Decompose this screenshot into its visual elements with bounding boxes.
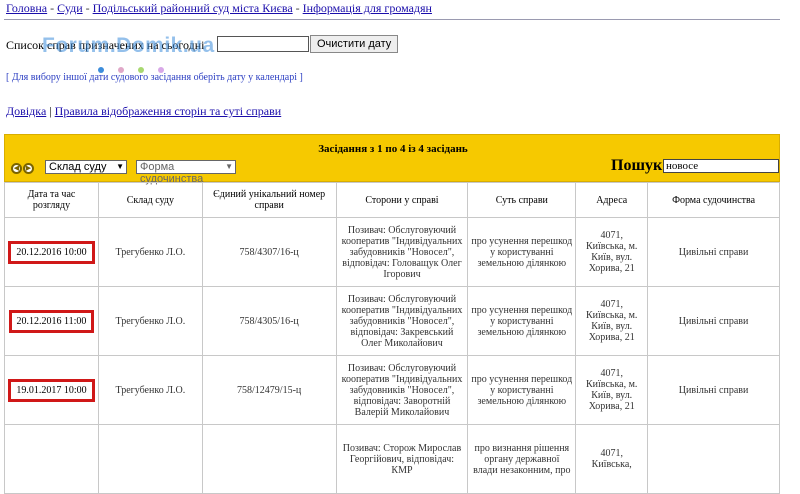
column-header: Адреса: [575, 182, 649, 218]
case-number-cell: 758/4305/16-ц: [201, 286, 337, 356]
links-separator: |: [46, 104, 55, 118]
column-header: Форма судочинства: [647, 182, 780, 218]
composition-select[interactable]: Склад суду ▼: [45, 160, 127, 174]
judge-cell: [97, 424, 203, 494]
essence-cell: про усунення перешкод у користуванні зем…: [467, 217, 577, 287]
sessions-title: Засідання з 1 по 4 із 4 засідань: [318, 143, 468, 155]
judge-cell: Трегубенко Л.О.: [97, 217, 203, 287]
calendar-hint: [ Для вибору іншої дати судового засідан…: [6, 72, 303, 83]
form-cell: [647, 424, 780, 494]
table-row: 20.12.2016 11:00 Трегубенко Л.О. 758/430…: [4, 286, 780, 356]
parties-cell: Позивач: Обслуговуючий кооператив "Індив…: [335, 217, 469, 287]
column-header: Склад суду: [97, 182, 203, 218]
address-cell: 4071, Київська, м. Київ, вул. Хорива, 21: [575, 217, 649, 287]
search-input[interactable]: новосе: [663, 159, 779, 173]
form-cell: Цивільні справи: [647, 286, 780, 356]
watermark-logo: Forum.Domik.ua: [42, 34, 215, 57]
table-header-row: Дата та час розгляду Склад суду Єдиний у…: [4, 182, 780, 218]
next-arrow-icon[interactable]: ▶: [23, 163, 34, 174]
breadcrumb-info-link[interactable]: Інформація для громадян: [303, 1, 432, 15]
date-input[interactable]: [217, 36, 309, 52]
parties-cell: Позивач: Обслуговуючий кооператив "Індив…: [335, 355, 469, 425]
column-header: Сторони у справі: [335, 182, 469, 218]
top-divider: [4, 19, 780, 20]
breadcrumb-home-link[interactable]: Головна: [6, 1, 47, 15]
date-cell: 19.01.2017 10:00: [4, 355, 99, 425]
session-date: 20.12.2016 11:00: [8, 309, 95, 333]
search-label: Пошук:: [611, 157, 668, 174]
essence-cell: про усунення перешкод у користуванні зем…: [467, 355, 577, 425]
composition-select-value: Склад суду: [49, 161, 107, 173]
form-select[interactable]: Форма судочинства ▼: [136, 160, 236, 185]
table-row: 19.01.2017 10:00 Трегубенко Л.О. 758/124…: [4, 355, 780, 425]
help-link[interactable]: Довідка: [6, 104, 46, 118]
help-links: Довідка | Правила відображення сторін та…: [6, 104, 281, 119]
session-date: 19.01.2017 10:00: [8, 378, 95, 402]
breadcrumb: Головна - Суди - Подільський районний су…: [6, 1, 432, 16]
breadcrumb-courts-link[interactable]: Суди: [57, 1, 82, 15]
cases-table: Дата та час розгляду Склад суду Єдиний у…: [4, 182, 780, 494]
table-row: Позивач: Сторож Мирослав Георгійович, ві…: [4, 424, 780, 494]
table-row: 20.12.2016 10:00 Трегубенко Л.О. 758/430…: [4, 217, 780, 287]
judge-cell: Трегубенко Л.О.: [97, 355, 203, 425]
column-header: Суть справи: [467, 182, 577, 218]
case-number-cell: 758/4307/16-ц: [201, 217, 337, 287]
column-header: Єдиний унікальний номер справи: [201, 182, 337, 218]
essence-cell: про усунення перешкод у користуванні зем…: [467, 286, 577, 356]
address-cell: 4071, Київська,: [575, 424, 649, 494]
essence-cell: про визнання рішення органу державної вл…: [467, 424, 577, 494]
session-date: 20.12.2016 10:00: [8, 240, 95, 264]
date-cell: 20.12.2016 11:00: [4, 286, 99, 356]
clear-date-button[interactable]: Очистити дату: [310, 35, 399, 53]
date-cell: [4, 424, 99, 494]
column-header: Дата та час розгляду: [4, 182, 99, 218]
breadcrumb-separator: -: [82, 1, 93, 15]
prev-arrow-icon[interactable]: ◀: [11, 163, 22, 174]
form-cell: Цивільні справи: [647, 217, 780, 287]
parties-cell: Позивач: Обслуговуючий кооператив "Індив…: [335, 286, 469, 356]
nav-arrows: ◀ ▶: [11, 157, 35, 175]
address-cell: 4071, Київська, м. Київ, вул. Хорива, 21: [575, 355, 649, 425]
judge-cell: Трегубенко Л.О.: [97, 286, 203, 356]
breadcrumb-separator: -: [47, 1, 58, 15]
date-cell: 20.12.2016 10:00: [4, 217, 99, 287]
form-cell: Цивільні справи: [647, 355, 780, 425]
chevron-down-icon: ▼: [116, 162, 124, 171]
chevron-down-icon: ▼: [225, 162, 233, 171]
case-number-cell: [201, 424, 337, 494]
sessions-header: Засідання з 1 по 4 із 4 засідань ◀ ▶ Скла…: [4, 134, 780, 185]
address-cell: 4071, Київська, м. Київ, вул. Хорива, 21: [575, 286, 649, 356]
breadcrumb-court-link[interactable]: Подільський районний суд міста Києва: [93, 1, 293, 15]
rules-link[interactable]: Правила відображення сторін та суті спра…: [55, 104, 282, 118]
breadcrumb-separator: -: [292, 1, 303, 15]
case-number-cell: 758/12479/15-ц: [201, 355, 337, 425]
parties-cell: Позивач: Сторож Мирослав Георгійович, ві…: [335, 424, 469, 494]
